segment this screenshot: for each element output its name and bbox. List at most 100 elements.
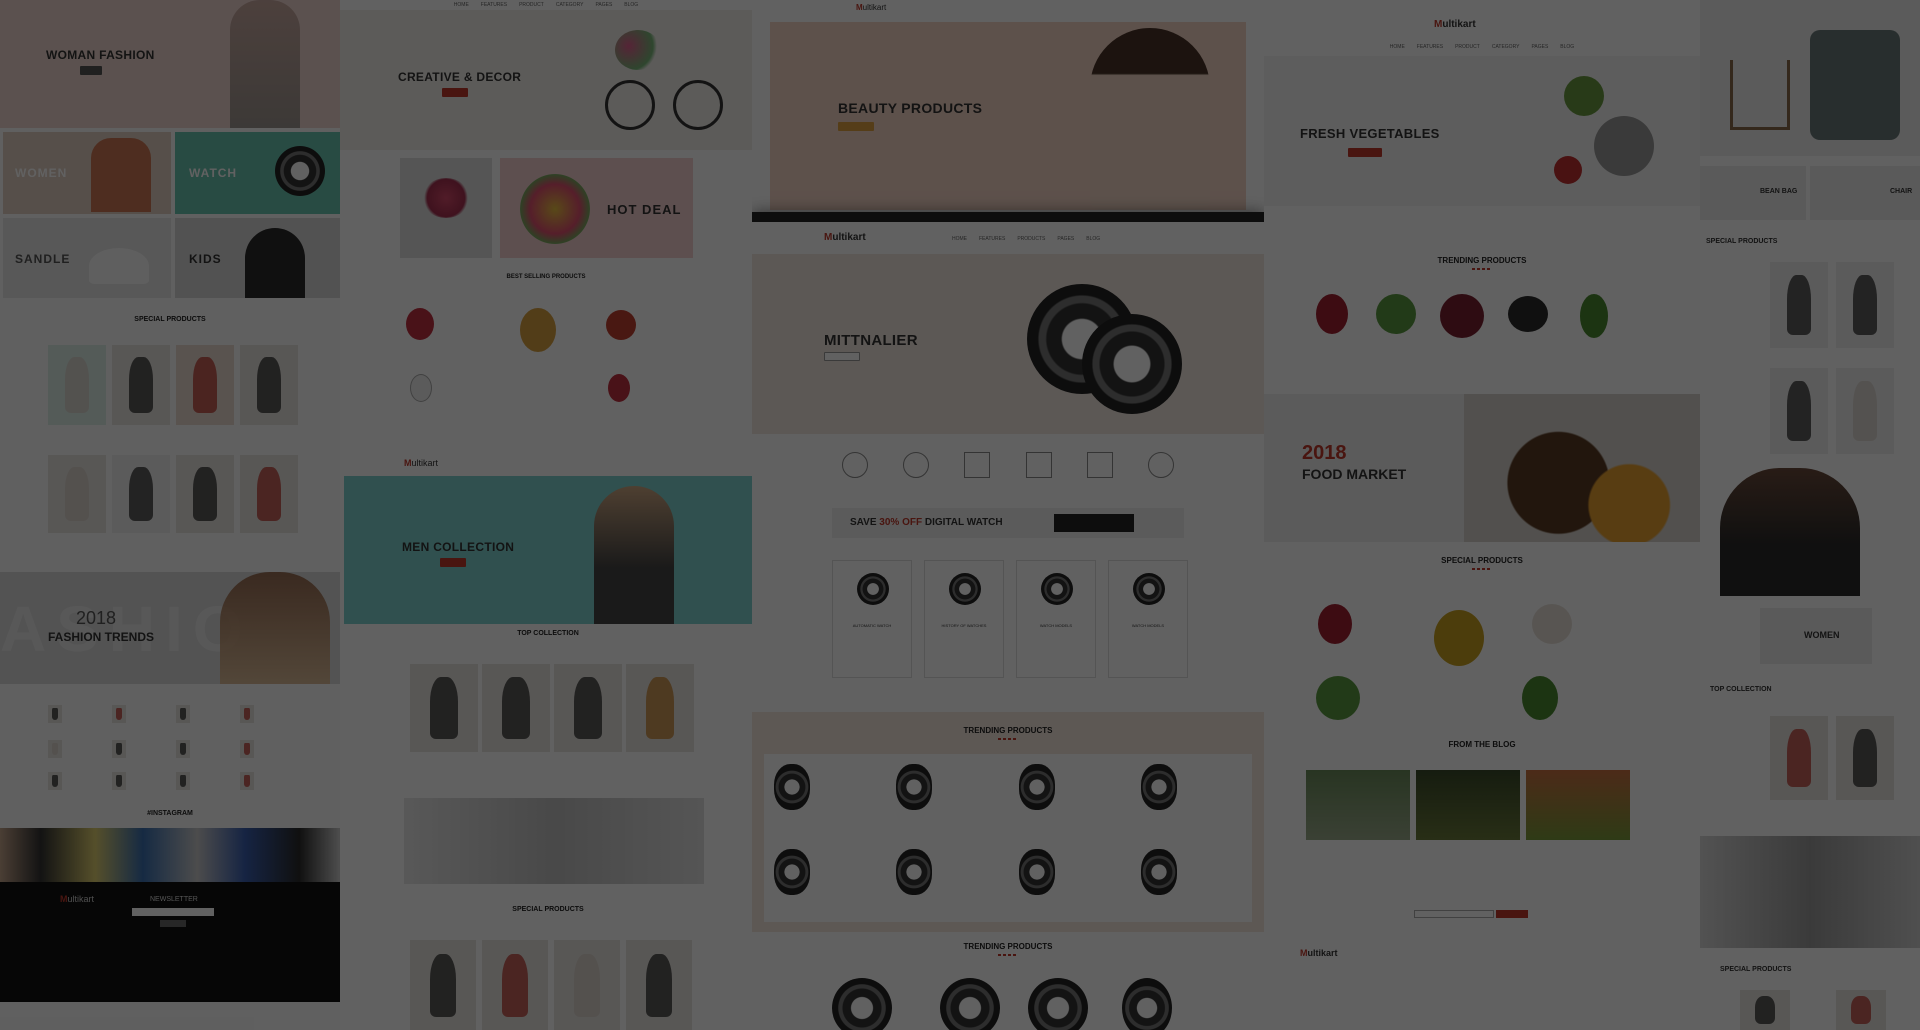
instagram-strip (0, 828, 340, 882)
hero-beauty: BEAUTY PRODUCTS (770, 22, 1246, 210)
special-title-2: SPECIAL PRODUCTS (1720, 966, 1792, 973)
product-card[interactable] (554, 940, 620, 1030)
men-hero: MEN COLLECTION (344, 476, 752, 624)
product-card[interactable] (626, 664, 694, 752)
tile-label: KIDS (189, 252, 222, 266)
trends-year: 2018 (76, 608, 117, 628)
hot-deal-tile[interactable]: HOT DEAL (500, 158, 693, 258)
section-title: SPECIAL PRODUCTS (134, 316, 206, 323)
hero-creative-decor: CREATIVE & DECOR (340, 10, 752, 150)
subscribe-button[interactable] (1496, 910, 1528, 918)
category-tile-bean-bag[interactable]: BEAN BAG (1700, 166, 1806, 220)
trending-title-2: TRENDING PRODUCTS (963, 942, 1053, 951)
category-tile-women[interactable]: WOMEN (3, 132, 171, 214)
trending-title: TRENDING PRODUCTS (1437, 256, 1527, 265)
footer: Multikart NEWSLETTER (0, 882, 340, 1002)
trending-title: TRENDING PRODUCTS (963, 726, 1053, 735)
watch-hero: MITTNALIER (752, 254, 1264, 434)
product-card[interactable] (48, 455, 106, 533)
product-card[interactable] (482, 664, 550, 752)
category-card[interactable]: WATCH MODELS (1016, 560, 1096, 678)
product-card[interactable] (410, 940, 476, 1030)
tile-label: WATCH (189, 166, 238, 180)
product-card[interactable] (240, 345, 298, 425)
tile-label: CHAIR (1890, 188, 1913, 195)
template-preview-furniture[interactable]: BEAN BAG CHAIR SPECIAL PRODUCTS WOMEN TO… (1700, 0, 1920, 1030)
hero-woman-fashion: WOMAN FASHION (0, 0, 340, 128)
product-card[interactable] (482, 940, 548, 1030)
trends-title: FASHION TRENDS (48, 630, 155, 644)
product-card[interactable] (176, 345, 234, 425)
category-card[interactable]: WATCH MODELS (1108, 560, 1188, 678)
model-portrait (1720, 468, 1860, 596)
newsletter-subscribe[interactable] (1414, 910, 1494, 918)
tile-label: BEAN BAG (1760, 188, 1798, 195)
brand-logos-row (842, 452, 1174, 478)
category-card[interactable]: AUTOMATIC WATCH (832, 560, 912, 678)
hero-title: BEAUTY PRODUCTS (838, 100, 983, 116)
top-nav[interactable]: HOME FEATURES PRODUCTS PAGES BLOG (952, 234, 1264, 244)
newsletter-input[interactable] (132, 908, 214, 916)
product-card[interactable] (112, 345, 170, 425)
tile-label: WOMEN (15, 166, 68, 180)
promo-banner (404, 798, 704, 884)
category-tile-watch[interactable]: WATCH (175, 132, 340, 214)
top-nav[interactable]: HOME FEATURES PRODUCT CATEGORY PAGES BLOG (1264, 42, 1700, 52)
shop-now-button[interactable] (824, 352, 860, 361)
subscribe-button[interactable] (160, 920, 186, 927)
best-selling-title: BEST SELLING PRODUCTS (506, 274, 586, 280)
top-collection-title: TOP COLLECTION (517, 630, 579, 637)
template-preview-fashion[interactable]: WOMAN FASHION WOMEN WATCH SANDLE KIDS SP… (0, 0, 340, 1030)
newsletter-title: NEWSLETTER (150, 896, 198, 903)
category-tile-women[interactable]: WOMEN (1760, 608, 1872, 664)
logo: Multikart (856, 3, 887, 12)
logo: Multikart (824, 232, 866, 243)
shop-now-button[interactable] (838, 122, 874, 131)
blog-title: FROM THE BLOG (1448, 740, 1516, 749)
save-banner[interactable]: SAVE 30% OFF DIGITAL WATCH (832, 508, 1184, 538)
food-year: 2018 (1302, 442, 1347, 464)
logo: Multikart (404, 458, 439, 468)
category-card[interactable]: HISTORY OF WATCHES (924, 560, 1004, 678)
watch-store-preview[interactable]: Multikart HOME FEATURES PRODUCTS PAGES BLOG … (752, 212, 1264, 1030)
special-title: SPECIAL PRODUCTS (512, 906, 584, 913)
top-nav[interactable]: HOME FEATURES PRODUCT CATEGORY PAGES BLOG (340, 0, 752, 10)
top-collection-title: TOP COLLECTION (1710, 686, 1772, 693)
men-collection-preview[interactable]: Multikart MEN COLLECTION TOP COLLECTION … (344, 442, 752, 1030)
special-title: SPECIAL PRODUCTS (1441, 556, 1523, 565)
shop-now-button[interactable] (80, 66, 102, 75)
hot-deal-label: HOT DEAL (607, 202, 682, 217)
promo-image (1700, 836, 1920, 948)
tile-label: WOMEN (1804, 630, 1840, 640)
blog-card[interactable] (1306, 770, 1410, 840)
template-preview-vegetables[interactable]: Multikart HOME FEATURES PRODUCT CATEGORY PAG… (1264, 0, 1700, 1030)
flower-tile[interactable] (400, 158, 492, 258)
model-figure (230, 0, 300, 128)
product-card[interactable] (48, 345, 106, 425)
shop-now-button[interactable] (440, 558, 466, 567)
product-card[interactable] (112, 455, 170, 533)
product-card[interactable] (240, 455, 298, 533)
template-preview-decor-men[interactable]: HOME FEATURES PRODUCT CATEGORY PAGES BLOG CRE… (340, 0, 752, 1030)
hero-title: FRESH VEGETABLES (1300, 126, 1440, 141)
food-market-banner: 2018 FOOD MARKET (1264, 394, 1700, 542)
save-text: SAVE 30% OFF DIGITAL WATCH (850, 517, 1003, 528)
product-card[interactable] (626, 940, 692, 1030)
special-title: SPECIAL PRODUCTS (1706, 238, 1778, 245)
category-tile-sandle[interactable]: SANDLE (3, 218, 171, 298)
instagram-title: #INSTAGRAM (147, 810, 193, 817)
product-card[interactable] (176, 455, 234, 533)
bicycle-image (605, 20, 725, 140)
logo: Multikart (1434, 19, 1476, 30)
template-preview-beauty-watch[interactable]: Multikart BEAUTY PRODUCTS Multikart HOME… (752, 0, 1264, 1030)
product-card[interactable] (410, 664, 478, 752)
product-card[interactable] (554, 664, 622, 752)
shop-now-button[interactable] (1348, 148, 1382, 157)
fashion-trends-banner: ASHIO 2018 FASHION TRENDS (0, 572, 340, 684)
blog-card[interactable] (1416, 770, 1520, 840)
category-tile-chair[interactable]: CHAIR (1810, 166, 1920, 220)
countdown-timer (1054, 514, 1134, 532)
category-tile-kids[interactable]: KIDS (175, 218, 340, 298)
shop-now-button[interactable] (442, 88, 468, 97)
blog-card[interactable] (1526, 770, 1630, 840)
